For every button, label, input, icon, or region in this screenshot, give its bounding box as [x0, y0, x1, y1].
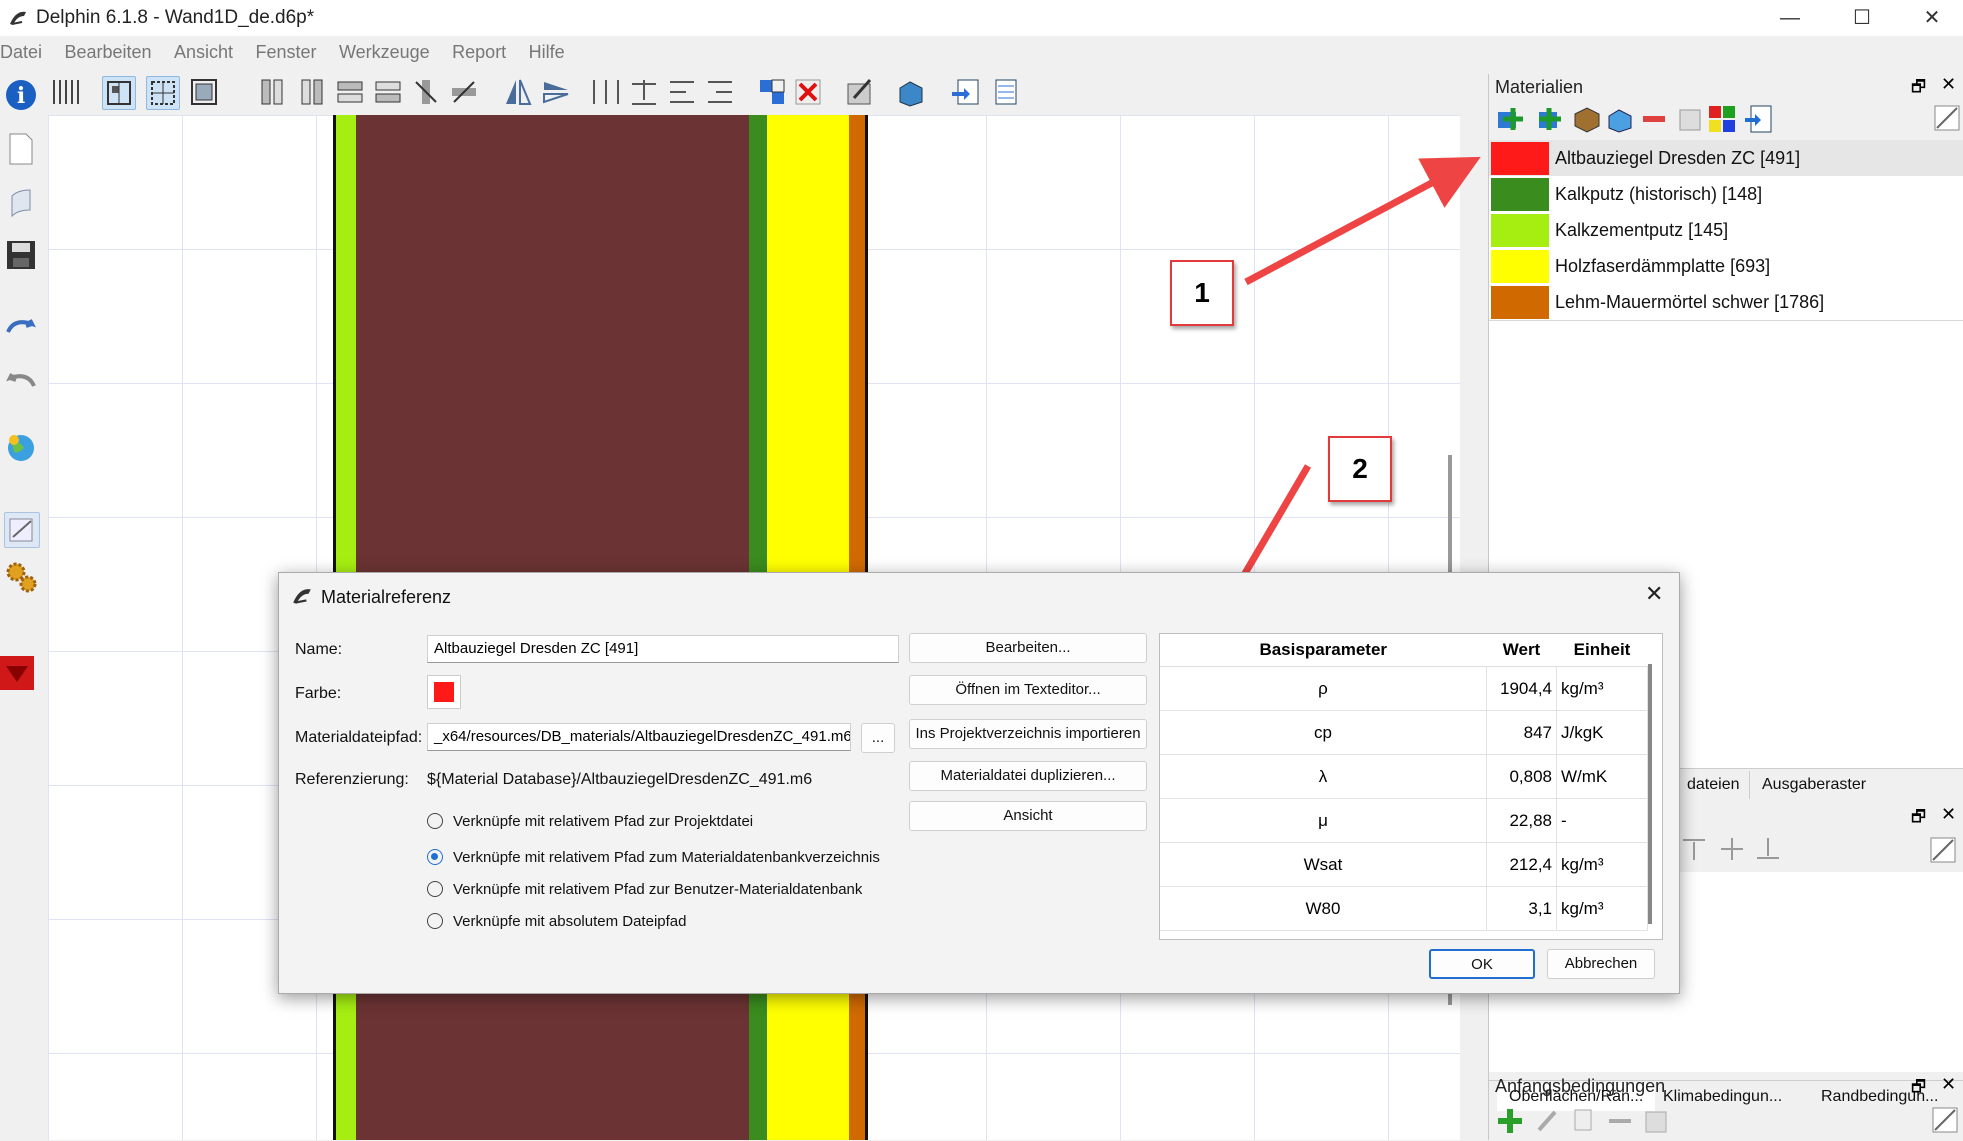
radio-project-relative[interactable]: Verknüpfe mit relativem Pfad zur Projekt…: [427, 813, 753, 830]
dialog-logo-icon: [291, 585, 313, 612]
import-to-project-button[interactable]: Ins Projektverzeichnis importieren: [909, 719, 1147, 749]
unit-cell: W/mK: [1556, 754, 1648, 799]
material-reference-dialog: Materialreferenz ✕ Name: Altbauziegel Dr…: [278, 572, 1680, 994]
table-row[interactable]: μ 22,88 -: [1160, 798, 1648, 843]
edit-button[interactable]: Bearbeiten...: [909, 633, 1147, 663]
table-scrollbar[interactable]: [1648, 664, 1652, 924]
param-cell: λ: [1160, 754, 1487, 799]
color-swatch: [434, 682, 454, 702]
cancel-button[interactable]: Abbrechen: [1547, 949, 1655, 979]
view-button[interactable]: Ansicht: [909, 801, 1147, 831]
callout-2: 2: [1328, 436, 1392, 502]
param-cell: W80: [1160, 886, 1487, 931]
material-path-input[interactable]: _x64/resources/DB_materials/Altbauziegel…: [427, 723, 851, 751]
radio-user-db-relative[interactable]: Verknüpfe mit relativem Pfad zur Benutze…: [427, 881, 862, 898]
param-cell: ρ: [1160, 666, 1487, 711]
browse-button[interactable]: ...: [861, 723, 895, 753]
value-cell: 3,1: [1486, 886, 1557, 931]
param-cell: cp: [1160, 710, 1487, 755]
unit-cell: kg/m³: [1556, 842, 1648, 887]
param-cell: μ: [1160, 798, 1487, 843]
column-header-parameter[interactable]: Basisparameter: [1160, 634, 1487, 667]
unit-cell: -: [1556, 798, 1648, 843]
unit-cell: J/kgK: [1556, 710, 1648, 755]
radio-label: Verknüpfe mit relativem Pfad zur Benutze…: [453, 881, 863, 898]
ok-button[interactable]: OK: [1429, 949, 1535, 979]
value-cell: 212,4: [1486, 842, 1557, 887]
table-row[interactable]: cp 847 J/kgK: [1160, 710, 1648, 755]
color-label: Farbe:: [295, 685, 342, 702]
dialog-close-button[interactable]: ✕: [1645, 581, 1663, 607]
callout-1: 1: [1170, 260, 1234, 326]
radio-label: Verknüpfe mit relativem Pfad zum Materia…: [453, 849, 880, 866]
reference-value: ${Material Database}/AltbauziegelDresden…: [427, 771, 813, 788]
unit-cell: kg/m³: [1556, 666, 1648, 711]
table-row[interactable]: ρ 1904,4 kg/m³: [1160, 666, 1648, 711]
value-cell: 847: [1486, 710, 1557, 755]
arrow-1: [1244, 156, 1481, 286]
table-row[interactable]: W80 3,1 kg/m³: [1160, 886, 1648, 931]
name-input[interactable]: Altbauziegel Dresden ZC [491]: [427, 635, 899, 663]
unit-cell: kg/m³: [1556, 886, 1648, 931]
path-label: Materialdateipfad:: [295, 729, 423, 746]
table-row[interactable]: Wsat 212,4 kg/m³: [1160, 842, 1648, 887]
value-cell: 0,808: [1486, 754, 1557, 799]
column-header-value[interactable]: Wert: [1486, 634, 1557, 667]
value-cell: 1904,4: [1486, 666, 1557, 711]
column-header-unit[interactable]: Einheit: [1556, 634, 1648, 667]
radio-indicator: [427, 881, 443, 897]
color-picker-button[interactable]: [427, 675, 461, 709]
base-parameter-table: Basisparameter Wert Einheit ρ 1904,4 kg/…: [1159, 633, 1663, 940]
duplicate-material-button[interactable]: Materialdatei duplizieren...: [909, 761, 1147, 791]
radio-indicator: [427, 913, 443, 929]
open-text-editor-button[interactable]: Öffnen im Texteditor...: [909, 675, 1147, 705]
table-row[interactable]: λ 0,808 W/mK: [1160, 754, 1648, 799]
radio-absolute-path[interactable]: Verknüpfe mit absolutem Dateipfad: [427, 913, 686, 930]
radio-indicator: [427, 813, 443, 829]
reference-label: Referenzierung:: [295, 771, 409, 788]
radio-indicator: [427, 849, 443, 865]
dialog-title: Materialreferenz: [321, 587, 452, 607]
radio-label: Verknüpfe mit relativem Pfad zur Projekt…: [453, 813, 754, 830]
radio-material-db-relative[interactable]: Verknüpfe mit relativem Pfad zum Materia…: [427, 849, 880, 866]
value-cell: 22,88: [1486, 798, 1557, 843]
name-label: Name:: [295, 641, 343, 658]
radio-label: Verknüpfe mit absolutem Dateipfad: [453, 913, 687, 930]
param-cell: Wsat: [1160, 842, 1487, 887]
